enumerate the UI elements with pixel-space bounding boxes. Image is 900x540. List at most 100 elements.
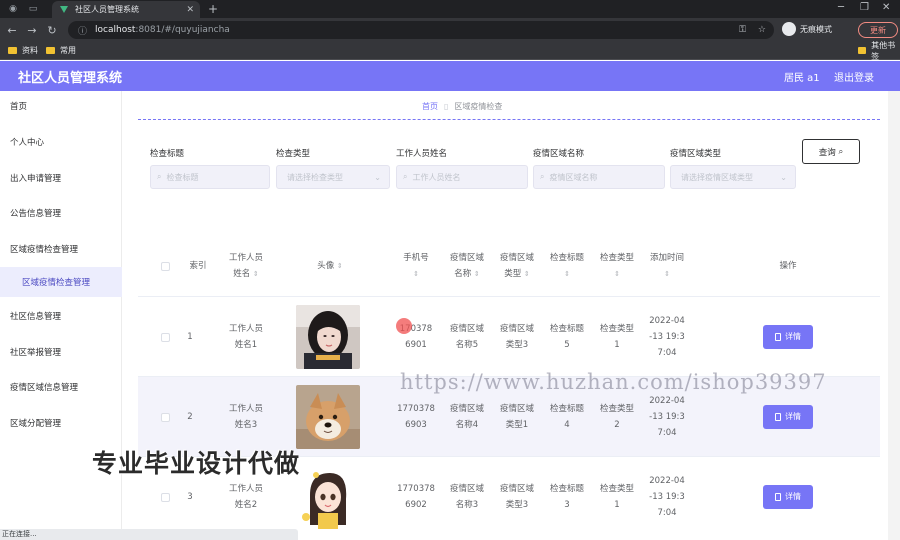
cell-added-time: 2022-04 -13 19:3 7:04	[649, 476, 685, 518]
detail-button[interactable]: 详情	[763, 325, 813, 349]
bookmark-folder[interactable]: 资料	[8, 45, 38, 56]
col-type[interactable]: 检查类型 ⇕	[594, 236, 640, 296]
close-window-icon[interactable]: ✕	[882, 2, 890, 13]
logout-link[interactable]: 退出登录	[834, 69, 874, 84]
query-button[interactable]: 查询 ⌕	[802, 139, 860, 164]
update-button[interactable]: 更新	[858, 22, 898, 38]
sidebar-item-community-info[interactable]: 社区信息管理	[0, 301, 122, 331]
cell-area-name: 疫情区域 名称5	[449, 324, 484, 350]
sidebar-item-home[interactable]: 首页	[0, 91, 122, 121]
breadcrumb-home[interactable]: 首页	[422, 101, 438, 112]
incognito-icon	[782, 22, 796, 36]
cell-type: 检查类型 1	[599, 324, 634, 350]
sort-icon[interactable]: ⇕	[413, 266, 419, 282]
site-info-icon[interactable]: ⓘ	[78, 24, 87, 37]
cell-avatar	[296, 297, 360, 377]
sort-icon[interactable]: ⇕	[524, 270, 530, 278]
sidebar-item-announcements[interactable]: 公告信息管理	[0, 198, 122, 228]
browser-menu-icon[interactable]: ◉	[6, 2, 20, 16]
close-tab-icon[interactable]: ✕	[186, 5, 194, 15]
cell-avatar	[296, 377, 360, 457]
cell-operations: 详情	[762, 297, 814, 377]
sidebar-item-community-reports[interactable]: 社区举报管理	[0, 337, 122, 367]
bookmarks-bar: 资料 常用 其他书签	[0, 40, 900, 62]
area-name-search-input[interactable]: ⌕ 疫情区域名称	[533, 165, 665, 189]
document-icon	[775, 333, 781, 341]
sort-icon[interactable]: ⇕	[474, 270, 480, 278]
col-phone[interactable]: 手机号 ⇕	[392, 236, 440, 296]
cell-phone: 1770378 6902	[397, 484, 435, 510]
forward-icon[interactable]: →	[24, 24, 40, 37]
col-worker[interactable]: 工作人员 姓名 ⇕	[222, 236, 270, 296]
checkbox[interactable]	[160, 332, 170, 342]
row-checkbox[interactable]	[158, 297, 172, 377]
avatar[interactable]	[296, 385, 360, 449]
cell-area-name: 疫情区域 名称3	[449, 484, 484, 510]
detail-button[interactable]: 详情	[763, 485, 813, 509]
reload-icon[interactable]: ↻	[44, 24, 60, 37]
checkbox[interactable]	[160, 261, 170, 271]
avatar[interactable]	[296, 305, 360, 369]
other-bookmarks[interactable]: 其他书签	[858, 40, 900, 62]
window-icon[interactable]: ▭	[26, 2, 40, 16]
area-type-select[interactable]: 请选择疫情区域类型 ⌄	[670, 165, 796, 189]
checkbox[interactable]	[160, 412, 170, 422]
table-row: 1 工作人员 姓名1 170378 6901 疫情区域 名称5 疫情区域 类型3…	[138, 296, 880, 376]
url-path: :8081/#/quyujiancha	[135, 25, 230, 35]
sort-icon[interactable]: ⇕	[337, 258, 343, 274]
sidebar-item-area-assignment[interactable]: 区域分配管理	[0, 408, 122, 438]
current-user: 居民 a1	[784, 72, 820, 84]
watermark-url: https://www.huzhan.com/ishop39397	[400, 370, 827, 394]
search-icon: ⌕	[157, 172, 162, 181]
profile-label: 无痕模式	[800, 24, 832, 34]
search-icon: ⌕	[403, 172, 408, 181]
app-header: 社区人员管理系统 居民 a1 退出登录	[0, 61, 900, 91]
vue-logo-icon	[60, 5, 69, 14]
new-tab-icon[interactable]: +	[208, 2, 218, 16]
bookmark-folder[interactable]: 常用	[46, 45, 76, 56]
url-bar[interactable]: ⓘ localhost :8081/#/quyujiancha ⚿ ☆	[68, 21, 774, 39]
restore-icon[interactable]: ❐	[860, 2, 869, 13]
folder-icon	[858, 47, 867, 54]
sidebar-item-area-inspection[interactable]: 区域疫情检查管理	[0, 234, 122, 264]
tab-title: 社区人员管理系统	[75, 5, 139, 14]
col-added-time[interactable]: 添加时间 ⇕	[644, 236, 690, 296]
mouse-cursor-highlight	[396, 318, 412, 334]
incognito-profile[interactable]: 无痕模式	[782, 22, 832, 36]
sidebar-item-entry-applications[interactable]: 出入申请管理	[0, 163, 122, 193]
app-title: 社区人员管理系统	[18, 70, 123, 86]
url-host: localhost	[95, 25, 136, 35]
back-icon[interactable]: ←	[4, 24, 20, 37]
browser-tab[interactable]: 社区人员管理系统 ✕	[52, 1, 200, 18]
avatar[interactable]	[296, 465, 360, 529]
filter-label-area-name: 疫情区域名称	[533, 149, 585, 159]
breadcrumb-current: 区域疫情检查	[454, 102, 503, 111]
col-title[interactable]: 检查标题 ⇕	[544, 236, 590, 296]
key-icon[interactable]: ⚿	[739, 25, 746, 35]
divider	[138, 119, 880, 120]
col-area-name[interactable]: 疫情区域 名称 ⇕	[444, 236, 490, 296]
col-avatar[interactable]: 头像 ⇕	[298, 236, 362, 296]
filter-label-title: 检查标题	[150, 149, 185, 159]
select-all-checkbox[interactable]	[158, 236, 172, 296]
col-area-type[interactable]: 疫情区域 类型 ⇕	[494, 236, 540, 296]
sort-icon[interactable]: ⇕	[253, 270, 259, 278]
sidebar-subitem-area-inspection[interactable]: 区域疫情检查管理	[0, 267, 122, 297]
sort-icon[interactable]: ⇕	[614, 266, 620, 282]
sort-icon[interactable]: ⇕	[564, 266, 570, 282]
document-icon	[775, 493, 781, 501]
minimize-icon[interactable]: ─	[838, 2, 844, 13]
worker-search-input[interactable]: ⌕ 工作人员姓名	[396, 165, 528, 189]
filter-label-worker: 工作人员姓名	[396, 149, 448, 159]
detail-button[interactable]: 详情	[763, 405, 813, 429]
sidebar-item-personal-center[interactable]: 个人中心	[0, 127, 122, 157]
sort-icon[interactable]: ⇕	[664, 266, 670, 282]
cell-worker: 工作人员 姓名1	[228, 324, 263, 350]
address-toolbar: ← → ↻ ⓘ localhost :8081/#/quyujiancha ⚿ …	[0, 18, 900, 42]
type-select[interactable]: 请选择检查类型 ⌄	[276, 165, 390, 189]
sidebar-item-epidemic-areas[interactable]: 疫情区域信息管理	[0, 372, 122, 402]
vertical-scrollbar[interactable]	[888, 91, 900, 540]
bookmark-star-icon[interactable]: ☆	[758, 25, 766, 35]
checkbox[interactable]	[160, 492, 170, 502]
title-search-input[interactable]: ⌕ 检查标题	[150, 165, 270, 189]
